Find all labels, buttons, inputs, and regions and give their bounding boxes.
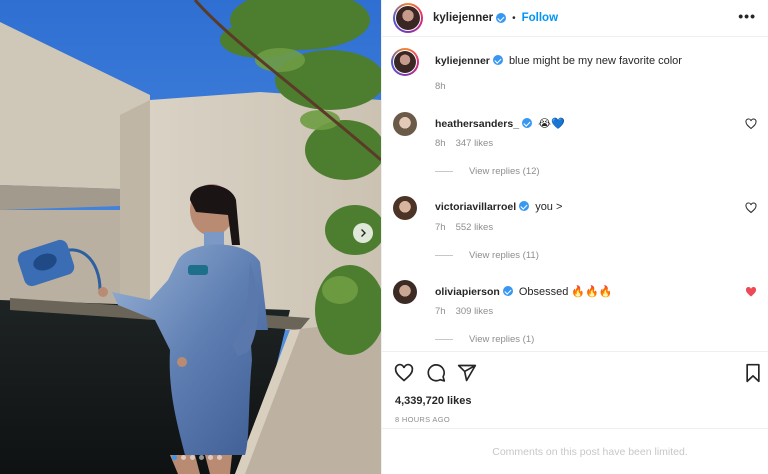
comments-limited-notice: Comments on this post have been limited. bbox=[382, 428, 768, 474]
author-avatar[interactable] bbox=[393, 3, 423, 33]
photo-image bbox=[0, 0, 381, 474]
comment-icon[interactable] bbox=[426, 363, 446, 383]
verified-badge-icon bbox=[522, 118, 533, 128]
verified-badge-icon bbox=[519, 201, 530, 211]
comment-text: Obsessed 🔥🔥🔥 bbox=[518, 286, 613, 298]
comment-text: you > bbox=[535, 201, 563, 213]
caption-username[interactable]: kyliejenner bbox=[435, 55, 490, 67]
heart-outline-icon[interactable] bbox=[745, 118, 757, 130]
likes-count[interactable]: 4,339,720 likes bbox=[395, 395, 471, 407]
comment-username[interactable]: heathersanders_ bbox=[435, 118, 519, 130]
heart-filled-icon[interactable] bbox=[745, 286, 757, 298]
comments-list[interactable]: kyliejenner blue might be my new favorit… bbox=[382, 38, 768, 351]
carousel-dot bbox=[208, 455, 213, 460]
comment-likes[interactable]: 552 likes bbox=[456, 222, 494, 233]
post-header: kyliejenner • Follow ••• bbox=[382, 0, 768, 37]
carousel-dot bbox=[217, 455, 222, 460]
verified-badge-icon bbox=[496, 13, 507, 23]
commenter-avatar[interactable] bbox=[393, 280, 417, 304]
caption-avatar[interactable] bbox=[391, 48, 419, 76]
follow-button[interactable]: Follow bbox=[522, 12, 558, 24]
share-icon[interactable] bbox=[457, 363, 477, 383]
comment-meta: 7h 552 likes bbox=[435, 222, 503, 233]
carousel-dot bbox=[190, 455, 195, 460]
posted-time: 8 HOURS AGO bbox=[395, 415, 450, 424]
carousel-dot bbox=[172, 455, 177, 460]
comment-time: 7h bbox=[435, 222, 446, 233]
carousel-dot bbox=[181, 455, 186, 460]
bookmark-icon[interactable] bbox=[743, 363, 763, 383]
comment-text: 😭💙 bbox=[538, 118, 565, 130]
view-replies-button[interactable]: View replies (11) bbox=[435, 250, 539, 261]
commenter-avatar[interactable] bbox=[393, 112, 417, 136]
carousel-dot bbox=[199, 455, 204, 460]
more-options-icon[interactable]: ••• bbox=[738, 9, 756, 23]
commenter-avatar[interactable] bbox=[393, 196, 417, 220]
caption-time: 8h bbox=[435, 81, 446, 92]
view-replies-button[interactable]: View replies (12) bbox=[435, 166, 540, 177]
author-username[interactable]: kyliejenner bbox=[433, 12, 493, 24]
action-bar bbox=[382, 351, 768, 393]
post-photo[interactable] bbox=[0, 0, 381, 474]
verified-badge-icon bbox=[502, 286, 513, 296]
post-side-panel: kyliejenner • Follow ••• kyliejenner blu… bbox=[381, 0, 768, 474]
comment-meta: 7h 309 likes bbox=[435, 306, 503, 317]
view-replies-button[interactable]: View replies (1) bbox=[435, 334, 534, 345]
caption-text: blue might be my new favorite color bbox=[508, 55, 682, 67]
comment-meta: 8h 347 likes bbox=[435, 138, 503, 149]
comment-likes[interactable]: 347 likes bbox=[456, 138, 494, 149]
carousel-next-button[interactable] bbox=[353, 223, 373, 243]
carousel-dots bbox=[172, 455, 222, 460]
heart-outline-icon[interactable] bbox=[745, 202, 757, 214]
comment-time: 8h bbox=[435, 138, 446, 149]
separator-dot: • bbox=[512, 12, 516, 24]
comment-time: 7h bbox=[435, 306, 446, 317]
comment-likes[interactable]: 309 likes bbox=[456, 306, 494, 317]
like-heart-icon[interactable] bbox=[394, 363, 414, 383]
comment-username[interactable]: victoriavillarroel bbox=[435, 201, 516, 213]
chevron-right-icon bbox=[361, 229, 366, 237]
verified-badge-icon bbox=[492, 55, 503, 65]
comment-username[interactable]: oliviapierson bbox=[435, 286, 500, 298]
